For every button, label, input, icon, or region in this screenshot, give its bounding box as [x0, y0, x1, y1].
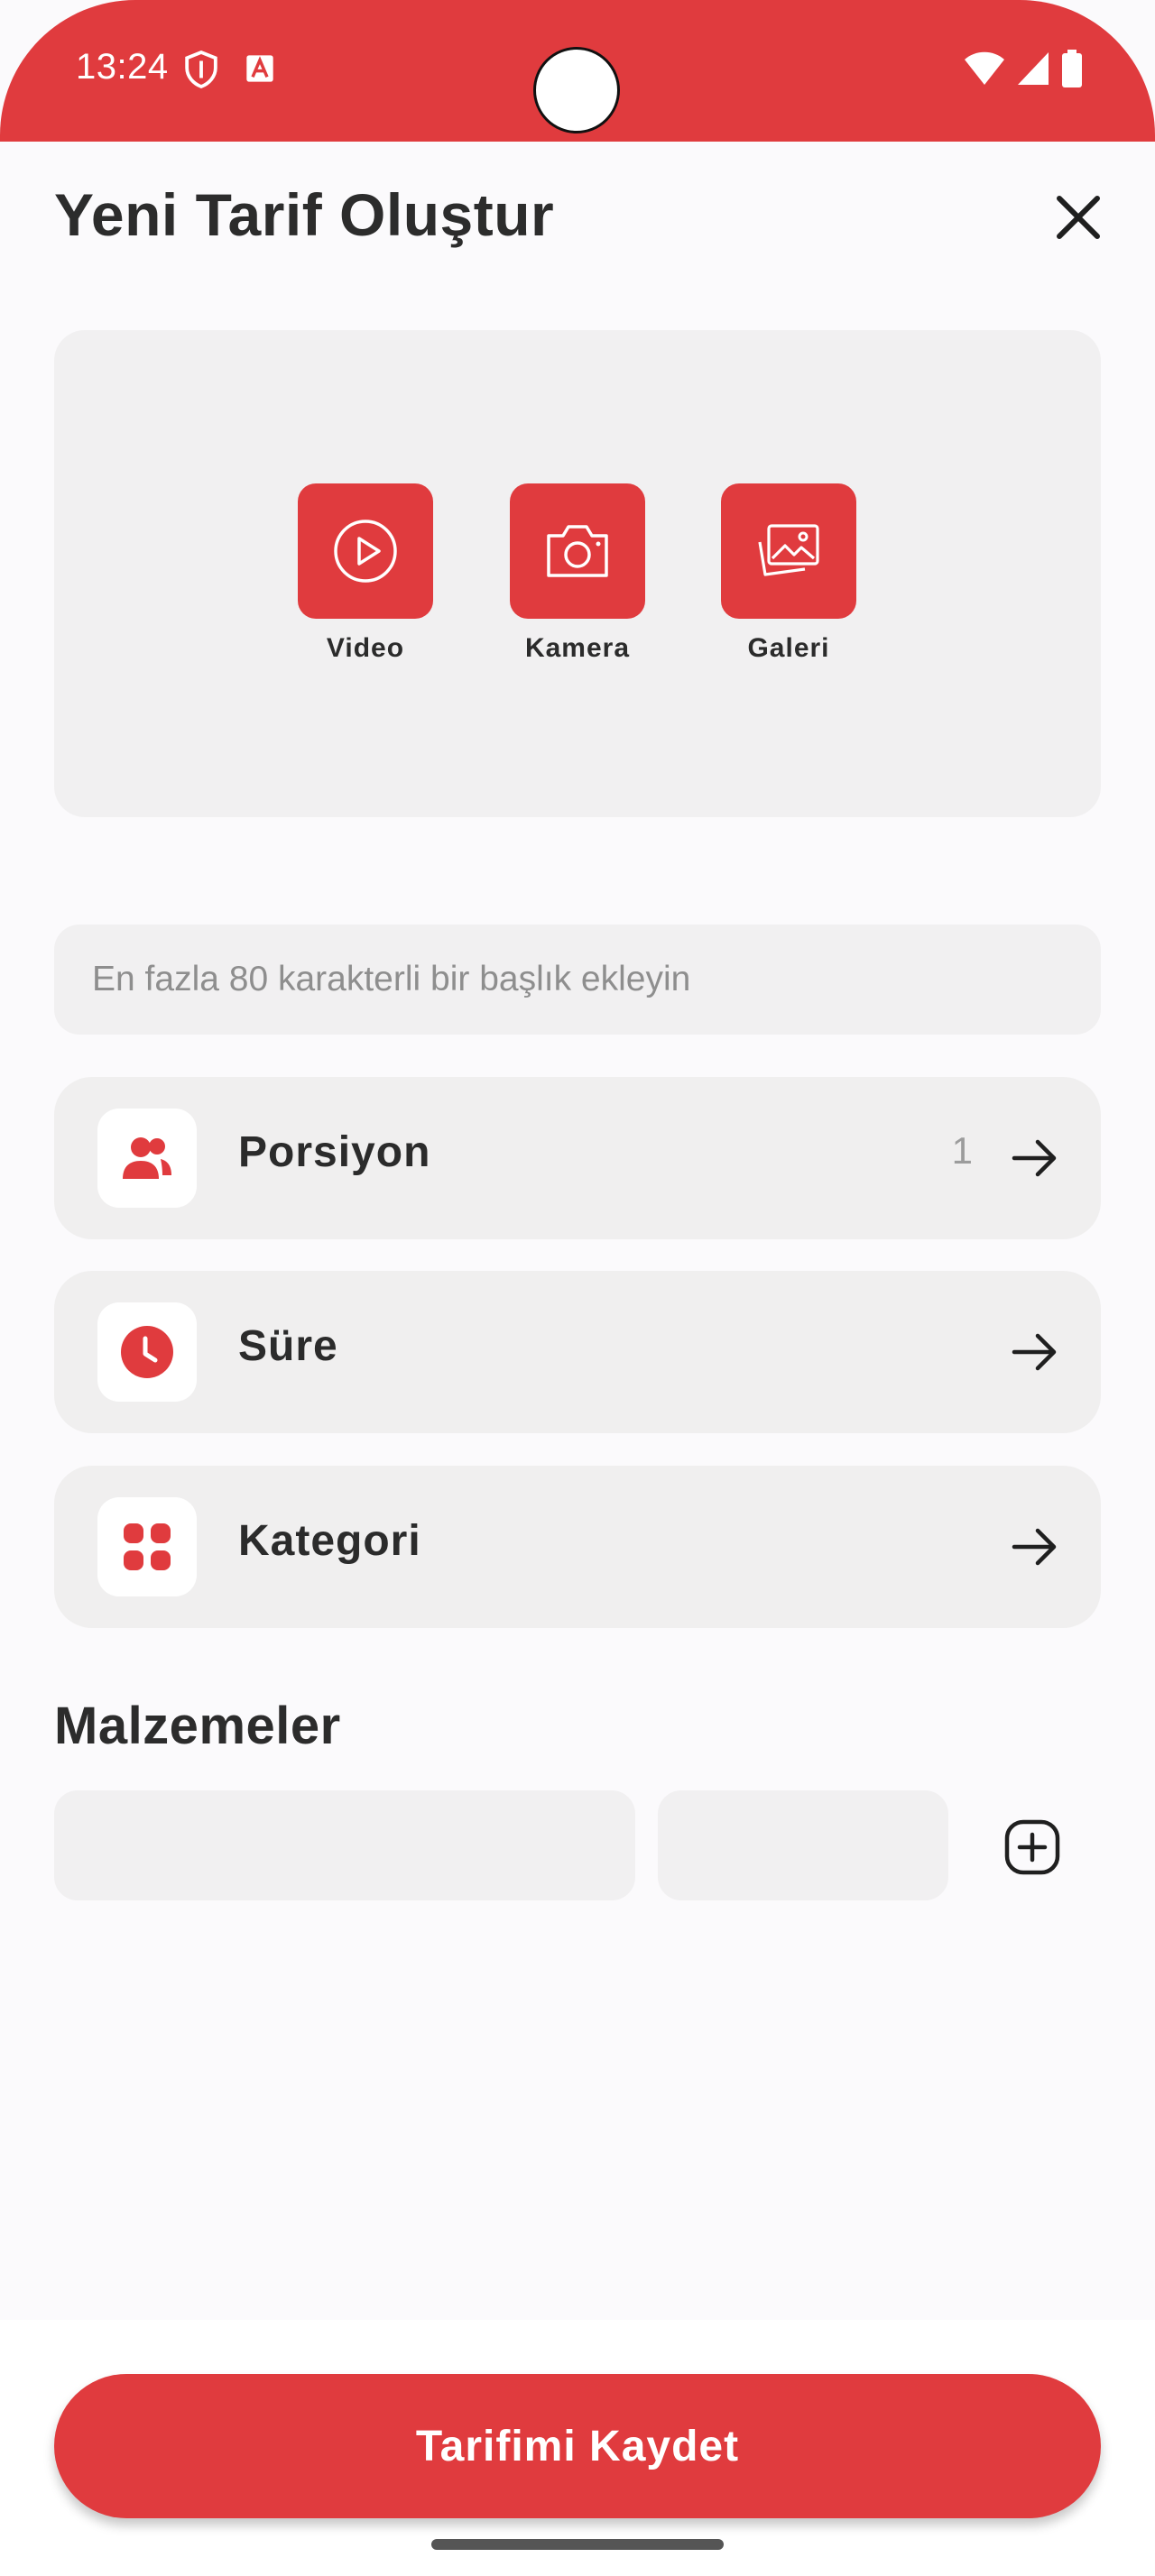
- video-label: Video: [326, 633, 405, 663]
- camera-icon: [547, 525, 608, 577]
- status-time: 13:24: [76, 47, 169, 87]
- video-button[interactable]: Video: [298, 483, 433, 664]
- ingredient-name-input[interactable]: [54, 1790, 635, 1900]
- status-icons: [964, 49, 1083, 88]
- option-row-sure[interactable]: Süre: [54, 1271, 1101, 1433]
- battery-icon: [1062, 50, 1082, 87]
- page-title: Yeni Tarif Oluştur: [54, 181, 555, 248]
- option-row-kategori[interactable]: Kategori: [54, 1466, 1101, 1628]
- kategori-icon-box: [97, 1497, 197, 1596]
- clock-icon: [121, 1326, 173, 1378]
- camera-tile[interactable]: [510, 483, 645, 619]
- screen: 13:24 Yeni Tarif Oluştur Video Kamera Ga…: [0, 0, 1155, 2576]
- people-icon: [123, 1137, 171, 1179]
- play-circle-icon: [334, 520, 397, 583]
- sure-label: Süre: [238, 1322, 338, 1370]
- arrow-right-icon: [1012, 1139, 1057, 1177]
- close-icon[interactable]: [1050, 189, 1106, 245]
- video-tile[interactable]: [298, 483, 433, 619]
- notification-a-icon: [246, 55, 273, 82]
- option-row-porsiyon[interactable]: Porsiyon 1: [54, 1077, 1101, 1239]
- arrow-right-icon: [1012, 1528, 1057, 1566]
- add-ingredient-icon[interactable]: [1003, 1818, 1061, 1876]
- kategori-label: Kategori: [238, 1517, 421, 1565]
- porsiyon-value: 1: [951, 1129, 973, 1172]
- save-recipe-button[interactable]: Tarifimi Kaydet: [54, 2374, 1101, 2518]
- shield-icon: [185, 51, 217, 88]
- ingredients-title: Malzemeler: [54, 1697, 341, 1755]
- wifi-icon: [965, 51, 1004, 85]
- gallery-tile[interactable]: [721, 483, 856, 619]
- status-bar: 13:24: [0, 0, 1155, 142]
- sure-icon-box: [97, 1302, 197, 1402]
- porsiyon-label: Porsiyon: [238, 1128, 431, 1176]
- signal-icon: [1018, 52, 1049, 85]
- gallery-icon: [758, 524, 819, 576]
- arrow-right-icon: [1012, 1333, 1057, 1371]
- camera-label: Kamera: [524, 633, 631, 663]
- camera-button[interactable]: Kamera: [510, 483, 645, 664]
- ingredient-quantity-input[interactable]: [658, 1790, 948, 1900]
- gallery-label: Galeri: [747, 633, 830, 663]
- porsiyon-icon-box: [97, 1109, 197, 1208]
- recipe-title-input[interactable]: [54, 925, 1101, 1035]
- camera-cutout: [533, 47, 620, 133]
- gallery-button[interactable]: Galeri: [721, 483, 856, 664]
- grid-icon: [124, 1523, 171, 1570]
- home-indicator[interactable]: [431, 2539, 724, 2550]
- media-picker: Video Kamera Galeri: [54, 330, 1101, 817]
